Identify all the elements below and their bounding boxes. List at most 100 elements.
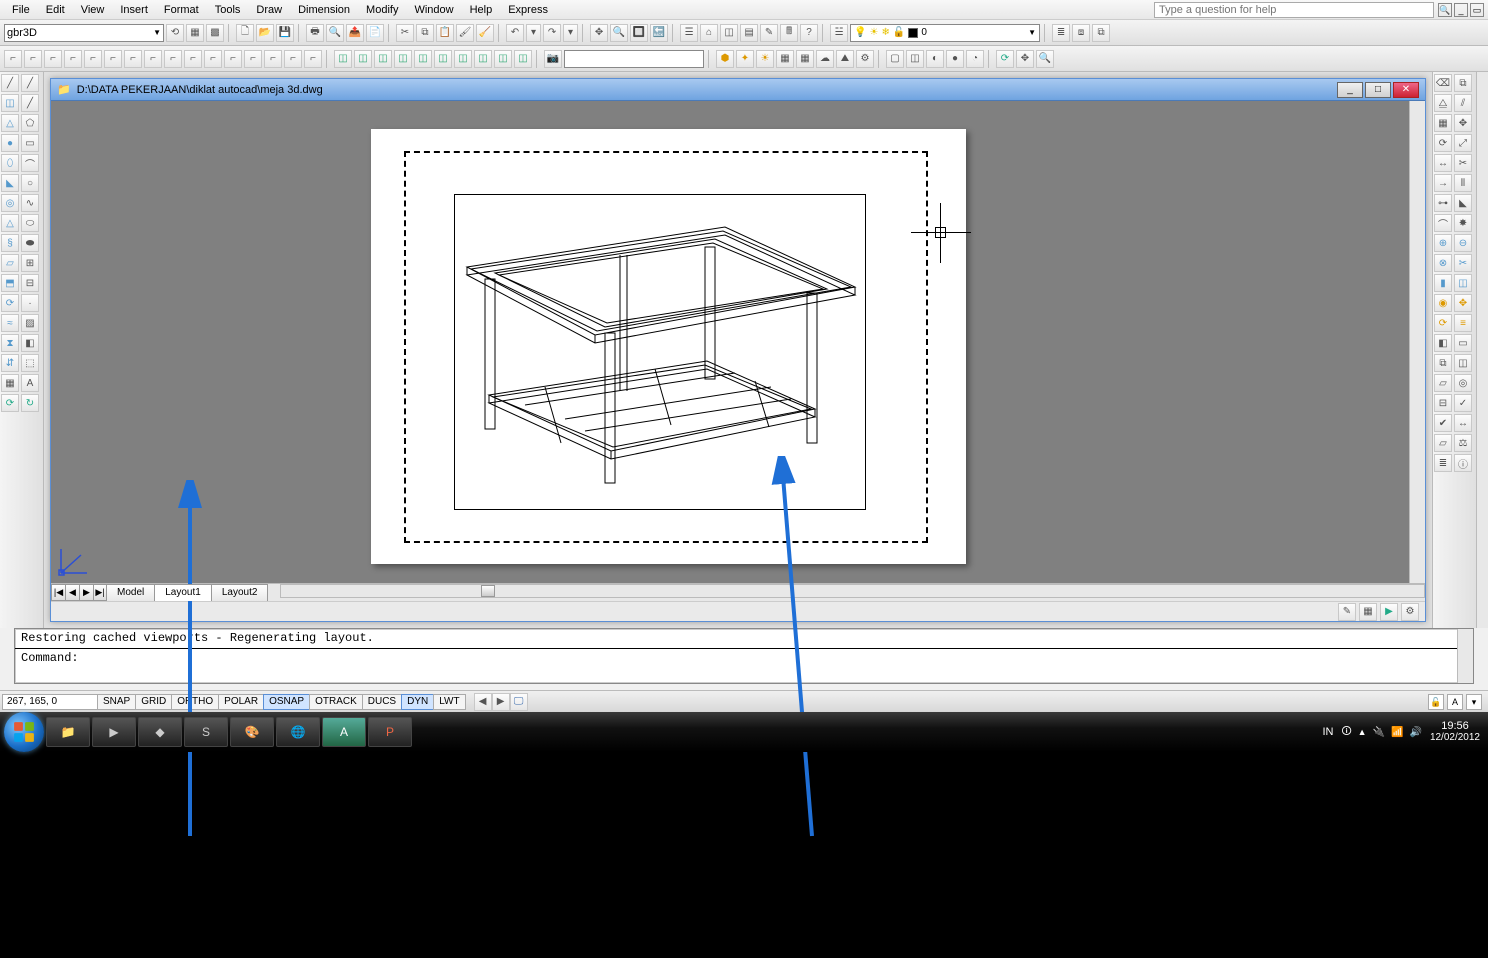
menu-file[interactable]: File — [4, 2, 38, 18]
tool-palette-button[interactable]: ◫ — [720, 24, 738, 42]
3dorbit2-icon[interactable]: ↻ — [21, 394, 39, 412]
dyn-icon2[interactable]: ▦ — [1359, 603, 1377, 621]
join-icon[interactable]: ⊶ — [1434, 194, 1452, 212]
layers-stack-icon[interactable]: ≣ — [1052, 24, 1070, 42]
wedge-icon[interactable]: ◣ — [1, 174, 19, 192]
grid2-icon[interactable]: ▩ — [206, 24, 224, 42]
camera-icon[interactable]: 📷 — [544, 50, 562, 68]
offset-icon[interactable]: ⫽ — [1454, 94, 1472, 112]
trim-icon[interactable]: ✂ — [1454, 154, 1472, 172]
view-bottom-icon[interactable]: ◫ — [434, 50, 452, 68]
zoom-window-button[interactable]: 🔲 — [630, 24, 648, 42]
layer-states-icon[interactable]: ⧈ — [1072, 24, 1090, 42]
line-icon[interactable]: ╱ — [1, 74, 19, 92]
clean-icon[interactable]: ✓ — [1454, 394, 1472, 412]
render-icon[interactable]: ⬢ — [716, 50, 734, 68]
union-icon[interactable]: ⊕ — [1434, 234, 1452, 252]
status-nav-prev[interactable]: ◀ — [474, 693, 492, 711]
view-front-icon[interactable]: ◫ — [354, 50, 372, 68]
cut-button[interactable]: ✂ — [396, 24, 414, 42]
rect-icon[interactable]: ▭ — [21, 134, 39, 152]
cone-icon[interactable]: △ — [1, 114, 19, 132]
intersect-icon[interactable]: ⊗ — [1434, 254, 1452, 272]
open-button[interactable]: 📂 — [256, 24, 274, 42]
tray-more-icon[interactable]: ▾ — [1466, 694, 1482, 710]
view-ne-icon[interactable]: ◫ — [494, 50, 512, 68]
command-prompt[interactable]: Command: — [15, 649, 1473, 668]
show-hidden-icons[interactable]: ▲ — [1358, 727, 1367, 737]
help-button[interactable]: ? — [800, 24, 818, 42]
ucs-list-icon[interactable]: ⌐ — [304, 50, 322, 68]
conceptual-icon[interactable]: ◔ — [966, 50, 984, 68]
dyn-icon4[interactable]: ⚙ — [1401, 603, 1419, 621]
3dzoom-icon[interactable]: 🔍 — [1036, 50, 1054, 68]
helix-icon[interactable]: § — [1, 234, 19, 252]
menu-dimension[interactable]: Dimension — [290, 2, 358, 18]
status-monitor-icon[interactable]: 🖵 — [510, 693, 528, 711]
layer-name-combo[interactable]: gbr3D ▼ — [4, 24, 164, 42]
layer-prev-button[interactable]: ⟲ — [166, 24, 184, 42]
menu-modify[interactable]: Modify — [358, 2, 406, 18]
solidedit-icon[interactable]: ◉ — [1434, 294, 1452, 312]
menu-view[interactable]: View — [73, 2, 113, 18]
mirror-icon[interactable]: ⧋ — [1434, 94, 1452, 112]
ucs-save-icon[interactable]: ⌐ — [264, 50, 282, 68]
start-button[interactable] — [4, 712, 44, 752]
rotate-icon[interactable]: ⟳ — [1434, 134, 1452, 152]
ucs-3pt-icon[interactable]: ⌐ — [144, 50, 162, 68]
menu-insert[interactable]: Insert — [112, 2, 156, 18]
ucs-apply-icon[interactable]: ⌐ — [224, 50, 242, 68]
separate-icon[interactable]: ⊟ — [1434, 394, 1452, 412]
sun-icon[interactable]: ☀ — [756, 50, 774, 68]
layer-manager-button[interactable]: ☱ — [830, 24, 848, 42]
taskbar-mediaplayer[interactable]: ▶ — [92, 717, 136, 747]
search-icon[interactable]: 🔍 — [1438, 3, 1452, 17]
ucs-face-icon[interactable]: ⌐ — [44, 50, 62, 68]
publish-button[interactable]: 📤 — [346, 24, 364, 42]
view-sw-icon[interactable]: ◫ — [454, 50, 472, 68]
move-icon[interactable]: ✥ — [1454, 114, 1472, 132]
taskbar-powerpoint[interactable]: P — [368, 717, 412, 747]
copy-button[interactable]: ⧉ — [416, 24, 434, 42]
menu-edit[interactable]: Edit — [38, 2, 73, 18]
taskbar-app3[interactable]: 🎨 — [230, 717, 274, 747]
3dmove-icon[interactable]: ✥ — [1454, 294, 1472, 312]
ucs-object-icon[interactable]: ⌐ — [64, 50, 82, 68]
zoom-realtime-button[interactable]: 🔍 — [610, 24, 628, 42]
toggle-snap[interactable]: SNAP — [97, 694, 136, 710]
markup-button[interactable]: ✎ — [760, 24, 778, 42]
fog-icon[interactable]: ☁ — [816, 50, 834, 68]
matchprop-button[interactable]: 🖌 — [456, 24, 474, 42]
eraser-button[interactable]: 🧹 — [476, 24, 494, 42]
restore-icon[interactable]: ▭ — [1470, 3, 1484, 17]
paste-button[interactable]: 📋 — [436, 24, 454, 42]
extend-icon[interactable]: → — [1434, 174, 1452, 192]
point-icon[interactable]: · — [21, 294, 39, 312]
coordinates-readout[interactable]: 267, 165, 0 — [2, 694, 98, 710]
ucs-del-icon[interactable]: ⌐ — [284, 50, 302, 68]
doc-maximize-button[interactable]: □ — [1365, 82, 1391, 98]
revolve-icon[interactable]: ⟳ — [1, 294, 19, 312]
section-icon[interactable]: ◧ — [1434, 334, 1452, 352]
toggle-ortho[interactable]: ORTHO — [171, 694, 219, 710]
taskbar-app1[interactable]: ◆ — [138, 717, 182, 747]
ucs-named-icon[interactable]: ⌐ — [244, 50, 262, 68]
cylinder-icon[interactable]: ⬯ — [1, 154, 19, 172]
layer-state-combo[interactable]: 💡 ☀ ❄ 🔓 0 ▼ — [850, 24, 1040, 42]
id-icon[interactable]: ⓘ — [1454, 454, 1472, 472]
table-icon[interactable]: ▦ — [1, 374, 19, 392]
hidden-icon[interactable]: ◐ — [926, 50, 944, 68]
material-icon[interactable]: ▦ — [776, 50, 794, 68]
planar-icon[interactable]: ▱ — [1, 254, 19, 272]
undo-dropdown[interactable]: ▾ — [526, 24, 541, 42]
action-center-icon[interactable]: 🛈 — [1341, 724, 1351, 741]
thicken-icon[interactable]: ▮ — [1434, 274, 1452, 292]
2dwire-icon[interactable]: ▢ — [886, 50, 904, 68]
quickcalc-button[interactable]: 🖩 — [780, 24, 798, 42]
language-indicator[interactable]: IN — [1322, 726, 1333, 738]
toggle-lwt[interactable]: LWT — [433, 694, 465, 710]
view-combo[interactable] — [564, 50, 704, 68]
pyramid-icon[interactable]: △ — [1, 214, 19, 232]
explode-icon[interactable]: ✸ — [1454, 214, 1472, 232]
view-se-icon[interactable]: ◫ — [474, 50, 492, 68]
